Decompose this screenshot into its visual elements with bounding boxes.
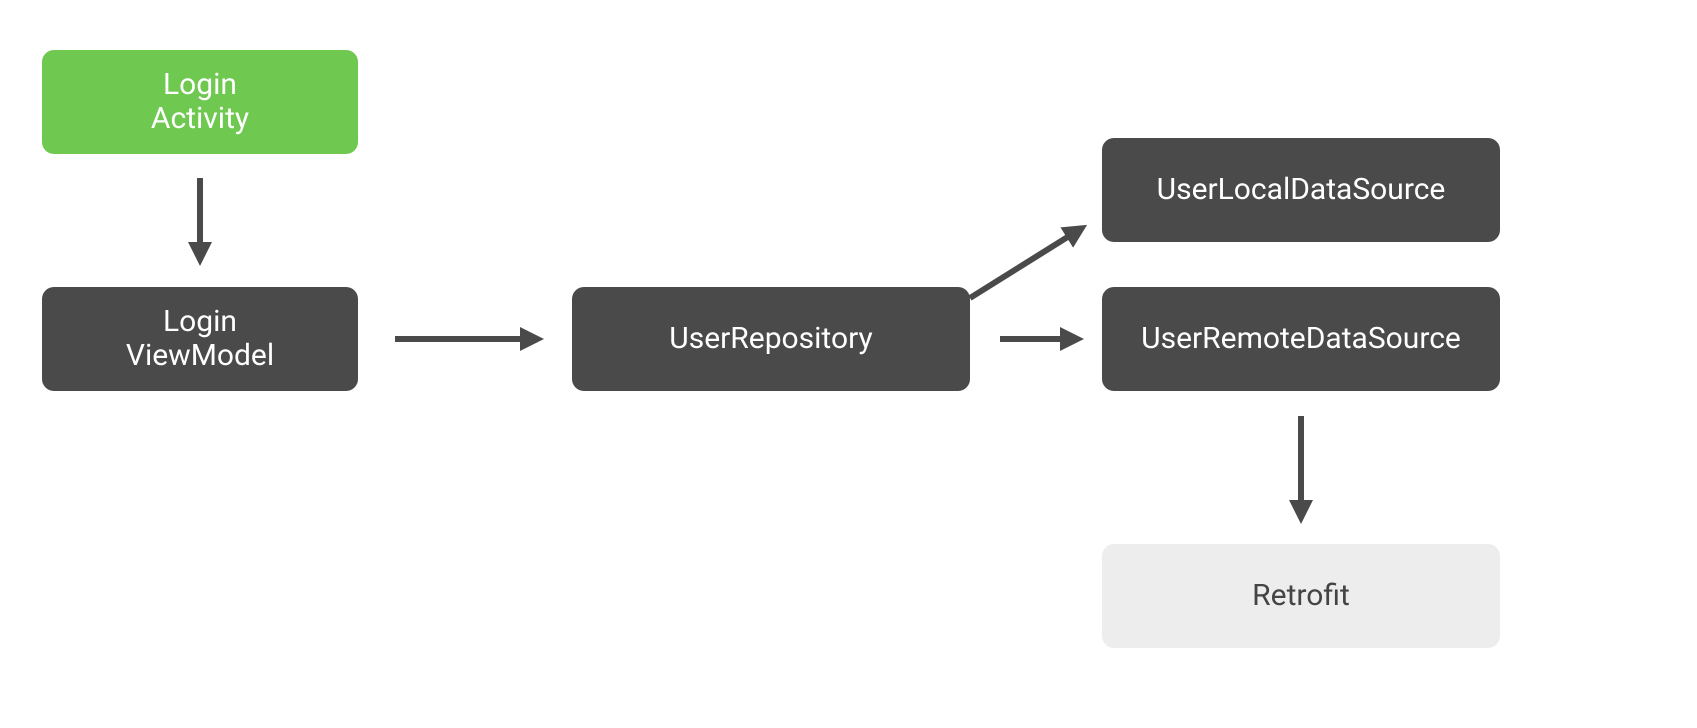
node-label: UserRemoteDataSource	[1141, 322, 1461, 357]
node-label: Login Activity	[151, 68, 249, 137]
node-user-remote-datasource: UserRemoteDataSource	[1102, 287, 1500, 391]
node-label: UserRepository	[669, 322, 872, 357]
node-login-viewmodel: Login ViewModel	[42, 287, 358, 391]
node-label: Retrofit	[1252, 579, 1350, 614]
diagram-canvas: Login Activity Login ViewModel UserRepos…	[0, 0, 1697, 728]
node-label: UserLocalDataSource	[1157, 173, 1446, 208]
arrow-repository-to-local-ds	[970, 228, 1082, 298]
node-label: Login ViewModel	[126, 305, 274, 374]
node-login-activity: Login Activity	[42, 50, 358, 154]
node-user-repository: UserRepository	[572, 287, 970, 391]
node-retrofit: Retrofit	[1102, 544, 1500, 648]
node-user-local-datasource: UserLocalDataSource	[1102, 138, 1500, 242]
